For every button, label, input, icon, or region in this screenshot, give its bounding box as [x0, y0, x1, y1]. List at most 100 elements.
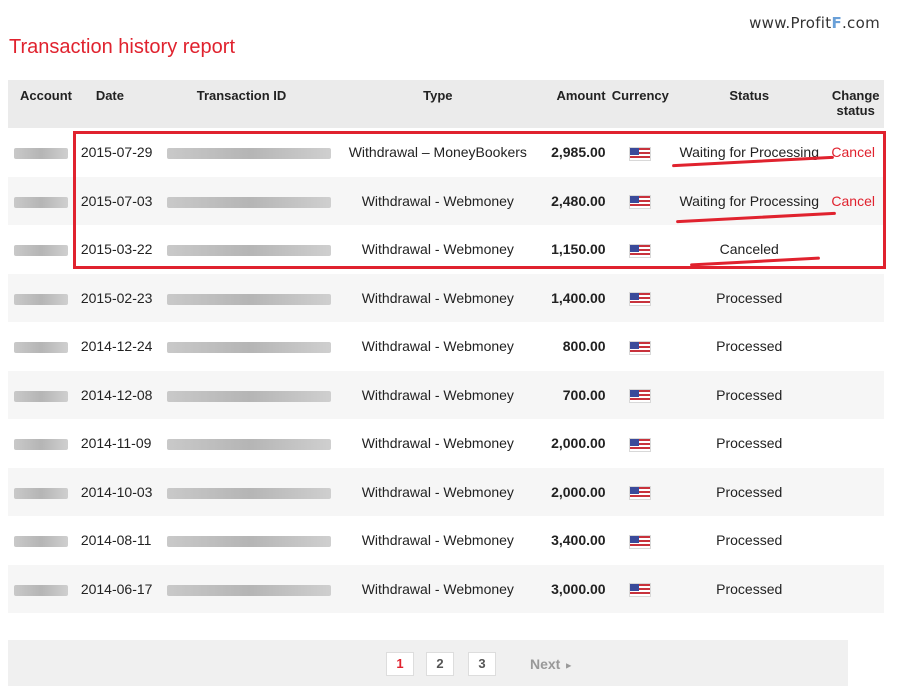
table-row: 2014-11-09 Withdrawal - Webmoney 2,000.00 P… — [8, 419, 884, 468]
change-status-cell — [827, 274, 884, 323]
currency-cell — [610, 468, 671, 517]
transaction-id-cell — [166, 128, 341, 177]
header-transaction-id: Transaction ID — [196, 88, 287, 103]
redacted-account — [14, 439, 68, 451]
account-cell — [8, 516, 74, 565]
date-cell: 2014-06-17 — [80, 580, 153, 597]
header-status: Status — [729, 88, 770, 103]
redacted-account — [14, 293, 68, 305]
page-button-3[interactable]: 3 — [468, 652, 496, 676]
page-button-1[interactable]: 1 — [386, 652, 414, 676]
us-flag-icon — [630, 535, 651, 548]
us-flag-icon — [630, 147, 651, 160]
header-currency: Currency — [611, 88, 669, 103]
status-cell: Processed — [716, 532, 783, 549]
table-header-row: Account Date Transaction ID Type Amount … — [8, 80, 884, 128]
us-flag-icon — [630, 293, 651, 306]
redacted-account — [14, 584, 68, 596]
amount-cell: 3,000.00 — [551, 580, 606, 597]
transaction-id-cell — [166, 516, 341, 565]
type-cell: Withdrawal - Webmoney — [361, 435, 514, 452]
page-button-2[interactable]: 2 — [426, 652, 454, 676]
status-cell: Waiting for Processing — [679, 192, 819, 209]
currency-cell — [610, 177, 671, 226]
next-page-link[interactable]: Next ► — [530, 652, 573, 677]
amount-cell: 700.00 — [562, 386, 606, 403]
redacted-account — [14, 536, 68, 548]
date-cell: 2014-11-09 — [80, 435, 152, 452]
change-status-cell — [827, 516, 884, 565]
us-flag-icon — [630, 438, 651, 451]
account-cell — [8, 322, 74, 371]
currency-cell — [610, 274, 671, 323]
transaction-id-cell — [166, 468, 341, 517]
cancel-link[interactable]: Cancel — [827, 144, 875, 160]
transaction-id-cell — [166, 225, 341, 274]
redacted-transaction-id — [166, 390, 331, 402]
redacted-account — [14, 487, 68, 499]
us-flag-icon — [630, 196, 651, 209]
change-status-cell — [827, 419, 884, 468]
date-cell: 2014-12-24 — [80, 338, 153, 355]
transaction-table: Account Date Transaction ID Type Amount … — [8, 80, 884, 613]
amount-cell: 2,000.00 — [551, 435, 606, 452]
us-flag-icon — [630, 390, 651, 403]
transaction-id-cell — [166, 371, 341, 420]
type-cell: Withdrawal - Webmoney — [361, 338, 514, 355]
change-status-cell — [827, 322, 884, 371]
status-cell: Processed — [716, 386, 783, 403]
watermark: www.ProfitF.com — [749, 14, 880, 32]
date-cell: 2014-12-08 — [80, 386, 153, 403]
account-cell — [8, 128, 74, 177]
amount-cell: 2,985.00 — [551, 144, 606, 161]
redacted-transaction-id — [166, 584, 331, 596]
currency-cell — [610, 516, 671, 565]
redacted-transaction-id — [166, 293, 331, 305]
type-cell: Withdrawal - Webmoney — [361, 386, 514, 403]
status-cell: Waiting for Processing — [679, 144, 819, 161]
date-cell: 2015-03-22 — [80, 241, 153, 258]
currency-cell — [610, 371, 671, 420]
transaction-id-cell — [166, 274, 341, 323]
type-cell: Withdrawal - Webmoney — [361, 241, 514, 258]
redacted-transaction-id — [166, 439, 331, 451]
header-type: Type — [423, 88, 453, 103]
type-cell: Withdrawal - Webmoney — [361, 483, 514, 500]
redacted-transaction-id — [166, 196, 331, 208]
status-cell: Processed — [716, 289, 783, 306]
currency-cell — [610, 128, 671, 177]
change-status-cell — [827, 225, 884, 274]
table-row: 2014-12-08 Withdrawal - Webmoney 700.00 Pro… — [8, 370, 884, 420]
pagination: 1 2 3 Next ► — [8, 640, 848, 686]
table-row: 2014-08-11 Withdrawal - Webmoney 3,400.00 P… — [8, 516, 884, 565]
transaction-id-cell — [166, 419, 341, 468]
table-row: 2015-02-23 Withdrawal - Webmoney 1,400.00 P… — [8, 273, 884, 323]
type-cell: Withdrawal - Webmoney — [361, 192, 514, 209]
cancel-link[interactable]: Cancel — [827, 193, 875, 209]
account-cell — [8, 468, 74, 517]
redacted-transaction-id — [166, 342, 331, 354]
table-row: 2015-03-22 Withdrawal - Webmoney 1,150.00 C… — [8, 225, 884, 274]
currency-cell — [610, 225, 671, 274]
account-cell — [8, 371, 74, 420]
status-cell: Processed — [716, 338, 783, 355]
status-cell: Canceled — [719, 241, 779, 258]
status-cell: Processed — [716, 483, 783, 500]
transaction-id-cell — [166, 322, 341, 371]
watermark-logo-mark: F — [831, 14, 842, 32]
redacted-transaction-id — [166, 487, 331, 499]
date-cell: 2015-02-23 — [80, 289, 153, 306]
amount-cell: 3,400.00 — [551, 532, 606, 549]
redacted-account — [14, 196, 68, 208]
table-row: 2014-06-17 Withdrawal - Webmoney 3,000.00 P… — [8, 564, 884, 613]
transaction-id-cell — [166, 177, 341, 226]
account-cell — [8, 419, 74, 468]
header-date: Date — [95, 88, 124, 103]
us-flag-icon — [630, 584, 651, 597]
currency-cell — [610, 322, 671, 371]
change-status-cell: Cancel — [827, 128, 884, 177]
type-cell: Withdrawal - Webmoney — [361, 580, 514, 597]
type-cell: Withdrawal – MoneyBookers — [348, 144, 527, 161]
date-cell: 2014-08-11 — [80, 532, 152, 549]
date-cell: 2015-07-29 — [80, 144, 153, 161]
